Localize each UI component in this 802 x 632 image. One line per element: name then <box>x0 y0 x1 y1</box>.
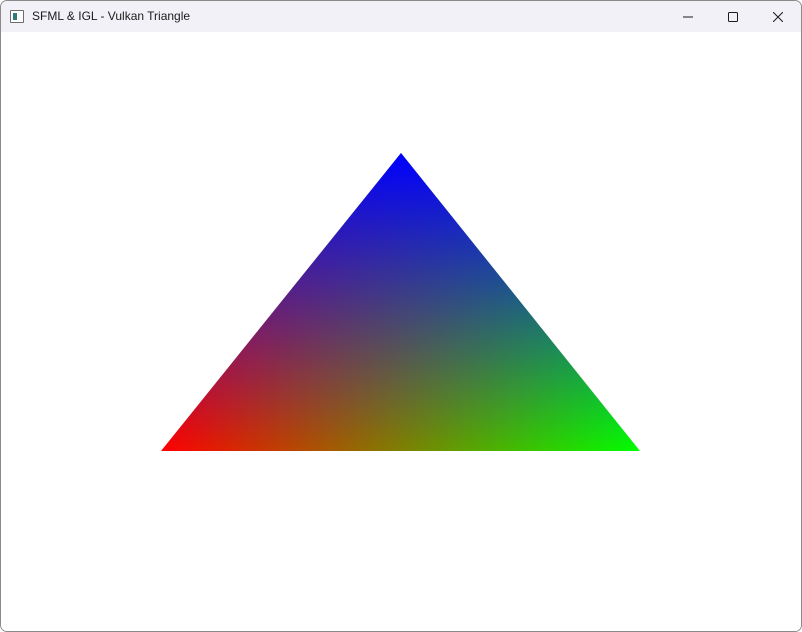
maximize-button[interactable] <box>710 1 756 32</box>
minimize-button[interactable] <box>665 1 711 32</box>
close-icon <box>773 11 783 22</box>
render-canvas[interactable] <box>1 32 801 631</box>
close-button[interactable] <box>755 1 801 32</box>
maximize-icon <box>728 11 738 22</box>
app-window: SFML & IGL - Vulkan Triangle <box>0 0 802 632</box>
window-title: SFML & IGL - Vulkan Triangle <box>32 9 191 23</box>
triangle-blue-overlay <box>161 153 640 451</box>
triangle-render <box>161 153 640 451</box>
app-window-icon[interactable] <box>10 10 24 23</box>
minimize-icon <box>683 16 693 17</box>
title-bar[interactable]: SFML & IGL - Vulkan Triangle <box>1 1 801 32</box>
